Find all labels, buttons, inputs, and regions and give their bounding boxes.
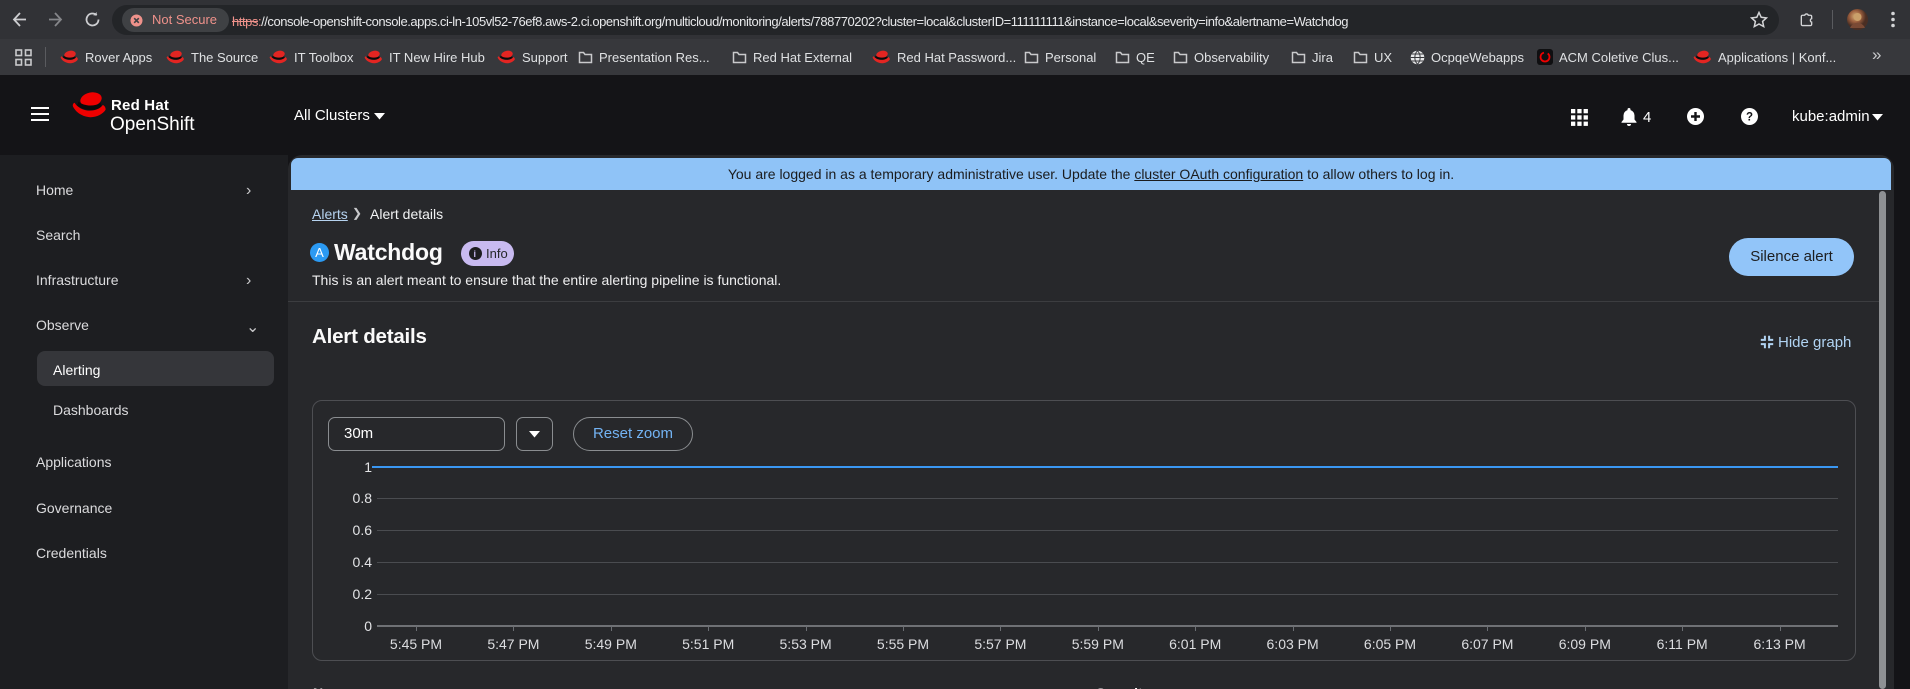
svg-text:?: ? [1746,112,1753,124]
